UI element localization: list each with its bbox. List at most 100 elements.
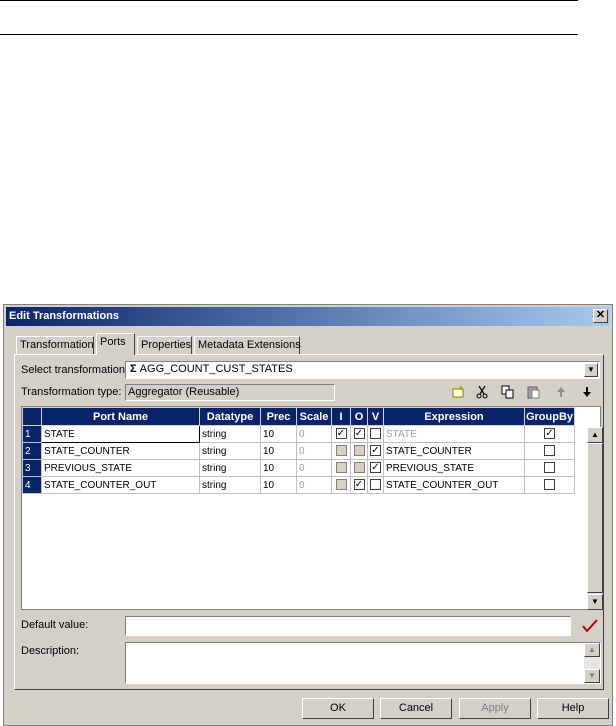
prec-cell[interactable]: 10	[260, 425, 297, 443]
tab-metadata-extensions[interactable]: Metadata Extensions	[194, 336, 301, 354]
expression-cell[interactable]: PREVIOUS_STATE	[383, 459, 525, 477]
port-v-checkbox[interactable]	[370, 428, 381, 440]
chevron-down-icon[interactable]: ▼	[584, 363, 598, 377]
port-i-checkbox[interactable]	[335, 445, 347, 457]
port-o-checkbox-cell[interactable]	[350, 459, 368, 477]
col-output[interactable]: O	[350, 407, 368, 426]
port-o-checkbox[interactable]: ✓	[353, 479, 365, 491]
datatype-cell[interactable]: string	[199, 442, 261, 460]
port-v-checkbox[interactable]: ✓	[370, 462, 381, 474]
validate-check-icon[interactable]	[581, 618, 599, 634]
paste-icon[interactable]	[526, 385, 542, 401]
default-value-field[interactable]	[125, 616, 571, 636]
new-port-icon[interactable]	[450, 385, 466, 401]
datatype-cell[interactable]: string	[199, 476, 261, 494]
port-name-cell[interactable]: PREVIOUS_STATE	[41, 459, 200, 477]
select-transformation-dropdown[interactable]: Σ AGG_COUNT_CUST_STATES ▼	[125, 361, 600, 379]
groupby-checkbox-cell[interactable]	[524, 476, 575, 494]
port-i-checkbox-cell[interactable]	[331, 476, 351, 494]
copy-icon[interactable]	[500, 385, 516, 401]
groupby-checkbox[interactable]	[544, 462, 555, 474]
port-o-checkbox-cell[interactable]	[350, 442, 368, 460]
row-number[interactable]: 2	[22, 442, 42, 460]
port-v-checkbox[interactable]: ✓	[370, 445, 381, 457]
groupby-checkbox-cell[interactable]	[524, 459, 575, 477]
groupby-checkbox[interactable]	[544, 445, 555, 457]
port-i-checkbox[interactable]	[335, 479, 347, 491]
prec-cell[interactable]: 10	[260, 459, 297, 477]
expression-cell[interactable]: STATE	[383, 425, 525, 443]
scroll-thumb[interactable]	[587, 443, 603, 593]
port-o-checkbox-cell[interactable]: ✓	[350, 476, 368, 494]
scale-cell[interactable]: 0	[296, 459, 332, 477]
table-row[interactable]: 1 STATE string 10 0 ✓ ✓ STATE ✓	[22, 425, 575, 443]
port-o-checkbox[interactable]: ✓	[353, 428, 365, 440]
port-o-checkbox[interactable]	[353, 462, 365, 474]
table-row[interactable]: 2 STATE_COUNTER string 10 0 ✓ STATE_COUNTER	[22, 442, 575, 460]
desc-scroll-up-icon[interactable]: ▲	[584, 643, 600, 657]
col-scale[interactable]: Scale	[296, 407, 332, 426]
row-number[interactable]: 3	[22, 459, 42, 477]
tab-transformation[interactable]: Transformation	[16, 336, 94, 354]
col-groupby[interactable]: GroupBy	[524, 407, 575, 426]
col-variable[interactable]: V	[367, 407, 384, 426]
datatype-cell[interactable]: string	[199, 425, 261, 443]
cancel-button[interactable]: Cancel	[380, 698, 452, 719]
cut-icon[interactable]	[474, 385, 490, 401]
grid-header-row: Port Name Datatype Prec Scale I O V Expr…	[22, 407, 575, 426]
port-name-cell[interactable]: STATE_COUNTER	[41, 442, 200, 460]
expression-cell[interactable]: STATE_COUNTER	[383, 442, 525, 460]
scroll-down-icon[interactable]: ▼	[587, 594, 603, 610]
description-field[interactable]	[125, 642, 601, 684]
transformation-type-label: Transformation type:	[21, 386, 122, 398]
col-expression[interactable]: Expression	[383, 407, 525, 426]
prec-cell[interactable]: 10	[260, 442, 297, 460]
col-port-name[interactable]: Port Name	[41, 407, 200, 426]
row-number[interactable]: 1	[22, 425, 42, 443]
title-bar[interactable]: Edit Transformations ✕	[6, 307, 610, 326]
col-input[interactable]: I	[331, 407, 351, 426]
port-v-checkbox-cell[interactable]: ✓	[367, 459, 384, 477]
move-down-icon[interactable]	[579, 385, 595, 401]
move-up-icon[interactable]	[553, 385, 569, 401]
prec-cell[interactable]: 10	[260, 476, 297, 494]
port-i-checkbox-cell[interactable]	[331, 442, 351, 460]
scroll-up-icon[interactable]: ▲	[587, 427, 603, 443]
apply-button[interactable]: Apply	[459, 698, 531, 719]
scale-cell[interactable]: 0	[296, 476, 332, 494]
groupby-checkbox-cell[interactable]: ✓	[524, 425, 575, 443]
close-button[interactable]: ✕	[593, 309, 608, 323]
port-i-checkbox[interactable]: ✓	[335, 428, 347, 440]
port-i-checkbox-cell[interactable]	[331, 459, 351, 477]
groupby-checkbox-cell[interactable]	[524, 442, 575, 460]
col-datatype[interactable]: Datatype	[199, 407, 261, 426]
port-v-checkbox-cell[interactable]: ✓	[367, 442, 384, 460]
port-v-checkbox-cell[interactable]	[367, 476, 384, 494]
row-number[interactable]: 4	[22, 476, 42, 494]
help-button[interactable]: Help	[537, 698, 609, 719]
expression-cell[interactable]: STATE_COUNTER_OUT	[383, 476, 525, 494]
groupby-checkbox[interactable]: ✓	[544, 428, 555, 440]
grid-scrollbar[interactable]: ▲ ▼	[587, 427, 603, 610]
port-v-checkbox[interactable]	[370, 479, 381, 491]
groupby-checkbox[interactable]	[544, 479, 555, 491]
col-prec[interactable]: Prec	[260, 407, 297, 426]
tab-ports[interactable]: Ports	[96, 333, 135, 355]
port-o-checkbox-cell[interactable]: ✓	[350, 425, 368, 443]
port-o-checkbox[interactable]	[353, 445, 365, 457]
datatype-cell[interactable]: string	[199, 459, 261, 477]
table-row[interactable]: 3 PREVIOUS_STATE string 10 0 ✓ PREVIOUS_STATE	[22, 459, 575, 477]
description-scrollbar[interactable]: ▲ ▼	[584, 643, 600, 683]
port-v-checkbox-cell[interactable]	[367, 425, 384, 443]
scale-cell[interactable]: 0	[296, 425, 332, 443]
tab-properties[interactable]: Properties	[137, 336, 192, 354]
ok-button[interactable]: OK	[302, 698, 374, 719]
table-row[interactable]: 4 STATE_COUNTER_OUT string 10 0 ✓ STATE_COUNTE…	[22, 476, 575, 494]
port-i-checkbox-cell[interactable]: ✓	[331, 425, 351, 443]
row-number-header	[22, 407, 42, 426]
port-i-checkbox[interactable]	[335, 462, 347, 474]
port-name-cell[interactable]: STATE_COUNTER_OUT	[41, 476, 200, 494]
desc-scroll-down-icon[interactable]: ▼	[584, 669, 600, 683]
port-name-cell[interactable]: STATE	[41, 425, 200, 443]
scale-cell[interactable]: 0	[296, 442, 332, 460]
